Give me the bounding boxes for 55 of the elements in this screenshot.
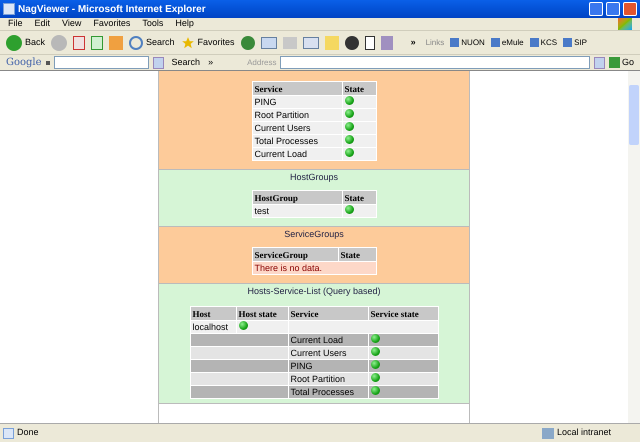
go-button[interactable]: Go	[608, 56, 634, 70]
column-header: Host	[190, 306, 236, 320]
menu-item[interactable]: Help	[175, 17, 194, 31]
search-button[interactable]: Search	[129, 36, 175, 50]
column-header: State	[338, 248, 376, 262]
section-title: ServiceGroups	[284, 228, 344, 241]
minimize-button[interactable]	[589, 2, 603, 16]
google-logo[interactable]: Google	[6, 55, 42, 70]
google-search-field[interactable]	[54, 56, 149, 69]
favorites-button[interactable]: Favorites	[180, 36, 235, 50]
address-field[interactable]	[280, 56, 590, 69]
link-item[interactable]: eMule	[490, 36, 524, 48]
back-button[interactable]: Back	[6, 34, 46, 50]
column-header: Service state	[368, 306, 438, 320]
toolbar-overflow-button[interactable]: »	[410, 36, 416, 50]
link-item[interactable]: KCS	[530, 36, 558, 48]
column-header: Service	[288, 306, 368, 320]
section-title: HostGroups	[290, 171, 338, 184]
section-title: Hosts-Service-List (Query based)	[247, 285, 381, 298]
table-cell: test	[252, 204, 342, 218]
link-item[interactable]: SIP	[563, 36, 587, 48]
star-icon	[180, 36, 195, 50]
table-cell: Current Users	[288, 346, 368, 360]
empty-message: There is no data.	[252, 262, 376, 274]
restore-button[interactable]	[606, 2, 620, 16]
links-label: Links	[426, 36, 444, 48]
close-button[interactable]	[623, 2, 637, 16]
status-text: Done	[17, 426, 40, 440]
table-cell: PING	[288, 360, 368, 372]
menu-item[interactable]: Tools	[142, 17, 164, 31]
table-cell: Current Users	[252, 122, 342, 134]
link-item[interactable]: NUON	[450, 36, 485, 48]
table-cell: Current Load	[252, 148, 342, 160]
column-header: Service	[252, 82, 342, 96]
menu-item[interactable]: Favorites	[93, 17, 130, 31]
column-header: State	[342, 82, 376, 96]
window-title: NagViewer - Microsoft Internet Explorer	[18, 2, 207, 16]
table-cell: Current Load	[288, 334, 368, 346]
column-header: HostGroup	[252, 190, 342, 204]
table-cell: Total Processes	[288, 386, 368, 398]
menu-item[interactable]: Edit	[34, 17, 50, 31]
google-overflow-button[interactable]: »	[208, 56, 214, 70]
menu-item[interactable]: File	[8, 17, 23, 31]
table-cell: PING	[252, 96, 342, 108]
column-header: Host state	[236, 306, 288, 320]
table-cell: Root Partition	[252, 108, 342, 122]
menu-item[interactable]: View	[62, 17, 82, 31]
google-search-button[interactable]: Search	[172, 56, 200, 70]
column-header: ServiceGroup	[252, 248, 338, 262]
scrollbar-drawing[interactable]	[628, 71, 640, 423]
zone-text: Local intranet	[557, 426, 612, 440]
column-header: State	[342, 190, 376, 204]
address-label: Address	[247, 56, 276, 68]
table-cell: Root Partition	[288, 372, 368, 386]
table-cell: Total Processes	[252, 134, 342, 148]
